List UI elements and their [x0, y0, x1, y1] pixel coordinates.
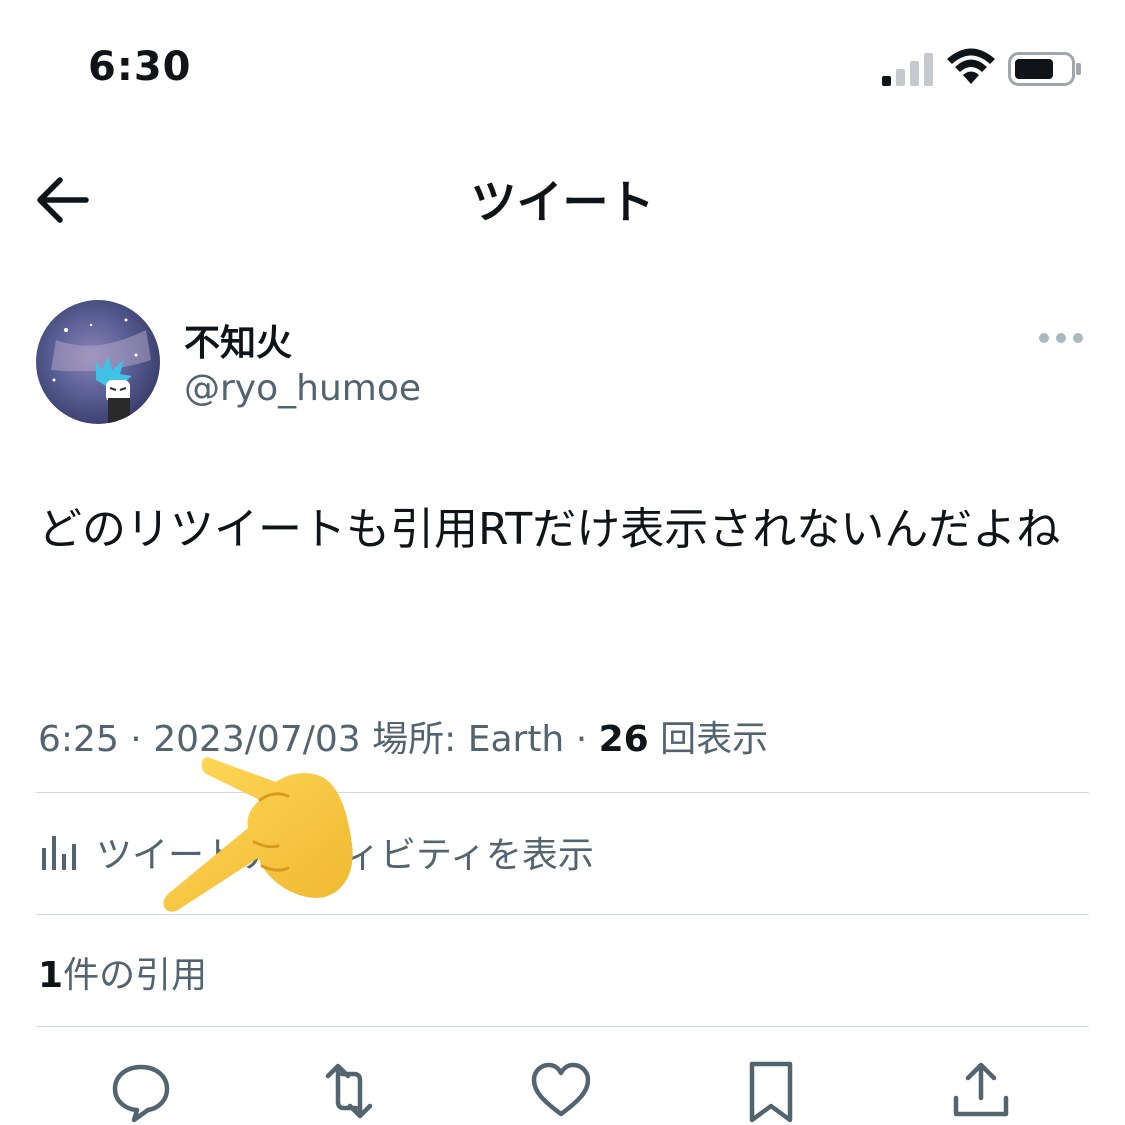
status-time: 6:30 — [88, 44, 192, 90]
page-title: ツイート — [470, 175, 655, 229]
more-options-icon[interactable] — [1036, 326, 1086, 350]
pointing-hand-icon — [163, 757, 353, 912]
quotes-link[interactable]: 1件の引用 — [38, 946, 207, 998]
analytics-icon — [42, 836, 76, 870]
divider — [36, 1026, 1089, 1027]
author-display-name[interactable]: 不知火 — [184, 314, 292, 366]
battery-icon — [1008, 52, 1081, 86]
cellular-signal-icon — [882, 53, 933, 86]
reply-icon[interactable] — [108, 1058, 174, 1124]
wifi-icon — [947, 48, 995, 84]
retweet-icon[interactable] — [316, 1058, 382, 1124]
quotes-count: 1 — [38, 955, 64, 996]
quotes-label: 件の引用 — [63, 955, 208, 996]
tweet-text: どのリツイートも引用RTだけ表示されないんだよね — [38, 504, 1061, 555]
meta-separator: · — [564, 719, 599, 760]
author-handle[interactable]: @ryo_humoe — [184, 368, 421, 409]
tweet-time: 6:25 — [38, 719, 119, 760]
avatar-image — [36, 300, 160, 424]
like-icon[interactable] — [528, 1058, 594, 1124]
meta-separator: · — [118, 719, 154, 760]
tweet-location: 場所: Earth — [372, 719, 565, 760]
share-icon[interactable] — [948, 1058, 1014, 1124]
tweet-action-bar — [0, 1054, 1125, 1124]
views-count: 26 — [598, 719, 649, 760]
author-avatar[interactable] — [36, 300, 160, 424]
tweet-meta: 6:25 · 2023/07/03 場所: Earth · 26 回表示 — [38, 710, 768, 762]
tweet-detail-screen: 6:30 ツイート 不知火 @ryo_humoe どのリツイートも引用RTだけ表… — [0, 0, 1125, 1125]
bookmark-icon[interactable] — [738, 1058, 804, 1124]
views-label: 回表示 — [660, 719, 769, 760]
